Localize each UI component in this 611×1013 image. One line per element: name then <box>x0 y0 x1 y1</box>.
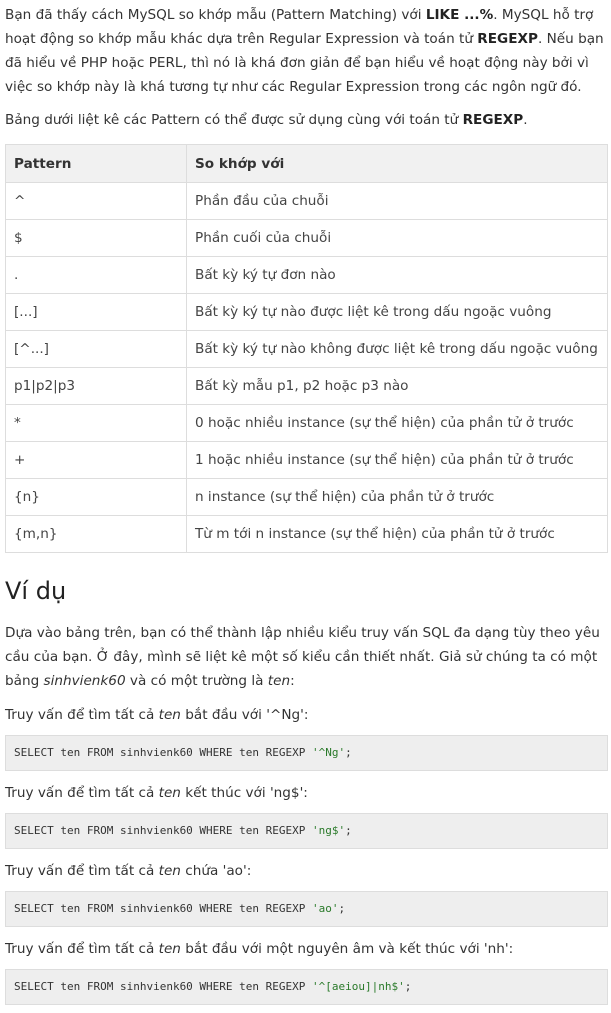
pattern-cell: [...] <box>5 293 187 331</box>
query-field: ten <box>158 785 181 801</box>
pattern-cell: + <box>5 441 187 479</box>
query-text: Truy vấn để tìm tất cả <box>5 863 159 879</box>
pattern-table: Pattern So khớp với ^ Phần đầu của chuỗi … <box>5 144 608 553</box>
match-cell: Bất kỳ ký tự đơn nào <box>186 256 608 294</box>
match-cell: Phần cuối của chuỗi <box>186 219 608 257</box>
table-row: {m,n} Từ m tới n instance (sự thể hiện) c… <box>5 515 608 553</box>
pattern-cell: . <box>5 256 187 294</box>
code-string: '^[aeiou]|nh$' <box>312 980 405 993</box>
query-description: Truy vấn để tìm tất cả ten kết thúc với … <box>5 781 607 805</box>
intro-paragraph: Bạn đã thấy cách MySQL so khớp mẫu (Patt… <box>5 3 607 99</box>
table-row: [...] Bất kỳ ký tự nào được liệt kê trong… <box>5 293 608 331</box>
query-field: ten <box>158 863 181 879</box>
header-match: So khớp với <box>186 144 608 183</box>
code-sql: SELECT ten FROM sinhvienk60 WHERE ten RE… <box>14 824 313 837</box>
example-heading: Ví dụ <box>5 577 67 605</box>
query-text: bắt đầu với '^Ng': <box>180 707 309 723</box>
query-text: chứa 'ao': <box>180 863 252 879</box>
match-cell: 0 hoặc nhiều instance (sự thể hiện) của … <box>186 404 608 442</box>
table-row: +1 hoặc nhiều instance (sự thể hiện) của… <box>5 441 608 479</box>
pattern-cell: $ <box>5 219 187 257</box>
query-text: Truy vấn để tìm tất cả <box>5 707 159 723</box>
pattern-cell: * <box>5 404 187 442</box>
query-text: Truy vấn để tìm tất cả <box>5 785 159 801</box>
example-text-2: và có một trường là <box>125 673 268 689</box>
pattern-cell: [^...] <box>5 330 187 368</box>
table-row: p1|p2|p3 Bất kỳ mẫu p1, p2 hoặc p3 nào <box>5 367 608 405</box>
code-string: 'ao' <box>312 902 339 915</box>
code-sql: SELECT ten FROM sinhvienk60 WHERE ten RE… <box>14 980 313 993</box>
match-cell: Bất kỳ mẫu p1, p2 hoặc p3 nào <box>186 367 608 405</box>
example-table-name: sinhvienk60 <box>43 673 126 689</box>
pattern-cell: p1|p2|p3 <box>5 367 187 405</box>
match-cell: Bất kỳ ký tự nào được liệt kê trong dấu … <box>186 293 608 331</box>
query-description: Truy vấn để tìm tất cả ten chứa 'ao': <box>5 859 607 883</box>
query-text: bắt đầu với một nguyên âm và kết thúc vớ… <box>180 941 514 957</box>
query-description: Truy vấn để tìm tất cả ten bắt đầu với m… <box>5 937 607 961</box>
caption-text-1: Bảng dưới liệt kê các Pattern có thể đượ… <box>5 112 463 128</box>
code-string: '^Ng' <box>312 746 346 759</box>
query-field: ten <box>158 707 181 723</box>
intro-regexp-keyword: REGEXP <box>477 31 538 47</box>
pattern-cell: ^ <box>5 182 187 220</box>
table-row: $ Phần cuối của chuỗi <box>5 219 608 257</box>
code-block[interactable]: SELECT ten FROM sinhvienk60 WHERE ten RE… <box>5 969 608 1005</box>
query-text: Truy vấn để tìm tất cả <box>5 941 159 957</box>
example-text-3: : <box>290 673 295 689</box>
match-cell: Bất kỳ ký tự nào không được liệt kê tron… <box>186 330 608 368</box>
caption-regexp-keyword: REGEXP <box>462 112 524 128</box>
query-text: kết thúc với 'ng$': <box>180 785 308 801</box>
match-cell: Từ m tới n instance (sự thể hiện) của ph… <box>186 515 608 553</box>
table-row: ^ Phần đầu của chuỗi <box>5 182 608 220</box>
pattern-cell: {m,n} <box>5 515 187 553</box>
match-cell: Phần đầu của chuỗi <box>186 182 608 220</box>
intro-like-keyword: LIKE ...% <box>425 7 494 23</box>
match-cell: 1 hoặc nhiều instance (sự thể hiện) của … <box>186 441 608 479</box>
code-block[interactable]: SELECT ten FROM sinhvienk60 WHERE ten RE… <box>5 891 608 927</box>
intro-text-1: Bạn đã thấy cách MySQL so khớp mẫu (Patt… <box>5 7 426 23</box>
table-row: {n} n instance (sự thể hiện) của phần tử … <box>5 478 608 516</box>
code-end: ; <box>338 902 346 915</box>
table-row: . Bất kỳ ký tự đơn nào <box>5 256 608 294</box>
table-caption: Bảng dưới liệt kê các Pattern có thể đượ… <box>5 108 607 132</box>
table-row: [^...] Bất kỳ ký tự nào không được liệt k… <box>5 330 608 368</box>
article: Bạn đã thấy cách MySQL so khớp mẫu (Patt… <box>0 3 611 1005</box>
table-row: * 0 hoặc nhiều instance (sự thể hiện) của… <box>5 404 608 442</box>
code-end: ; <box>404 980 412 993</box>
code-string: 'ng$' <box>312 824 346 837</box>
example-paragraph: Dựa vào bảng trên, bạn có thể thành lập … <box>5 621 607 693</box>
code-block[interactable]: SELECT ten FROM sinhvienk60 WHERE ten RE… <box>5 813 608 849</box>
query-description: Truy vấn để tìm tất cả ten bắt đầu với '… <box>5 703 607 727</box>
code-end: ; <box>345 824 352 837</box>
example-field-name: ten <box>267 673 291 689</box>
header-pattern: Pattern <box>5 144 187 183</box>
code-end: ; <box>345 746 352 759</box>
code-block[interactable]: SELECT ten FROM sinhvienk60 WHERE ten RE… <box>5 735 608 771</box>
code-sql: SELECT ten FROM sinhvienk60 WHERE ten RE… <box>14 902 313 915</box>
code-sql: SELECT ten FROM sinhvienk60 WHERE ten RE… <box>14 746 313 759</box>
query-field: ten <box>158 941 181 957</box>
caption-text-2: . <box>523 112 528 128</box>
pattern-cell: {n} <box>5 478 187 516</box>
match-cell: n instance (sự thể hiện) của phần tử ở t… <box>186 478 608 516</box>
table-header-row: Pattern So khớp với <box>5 144 608 183</box>
